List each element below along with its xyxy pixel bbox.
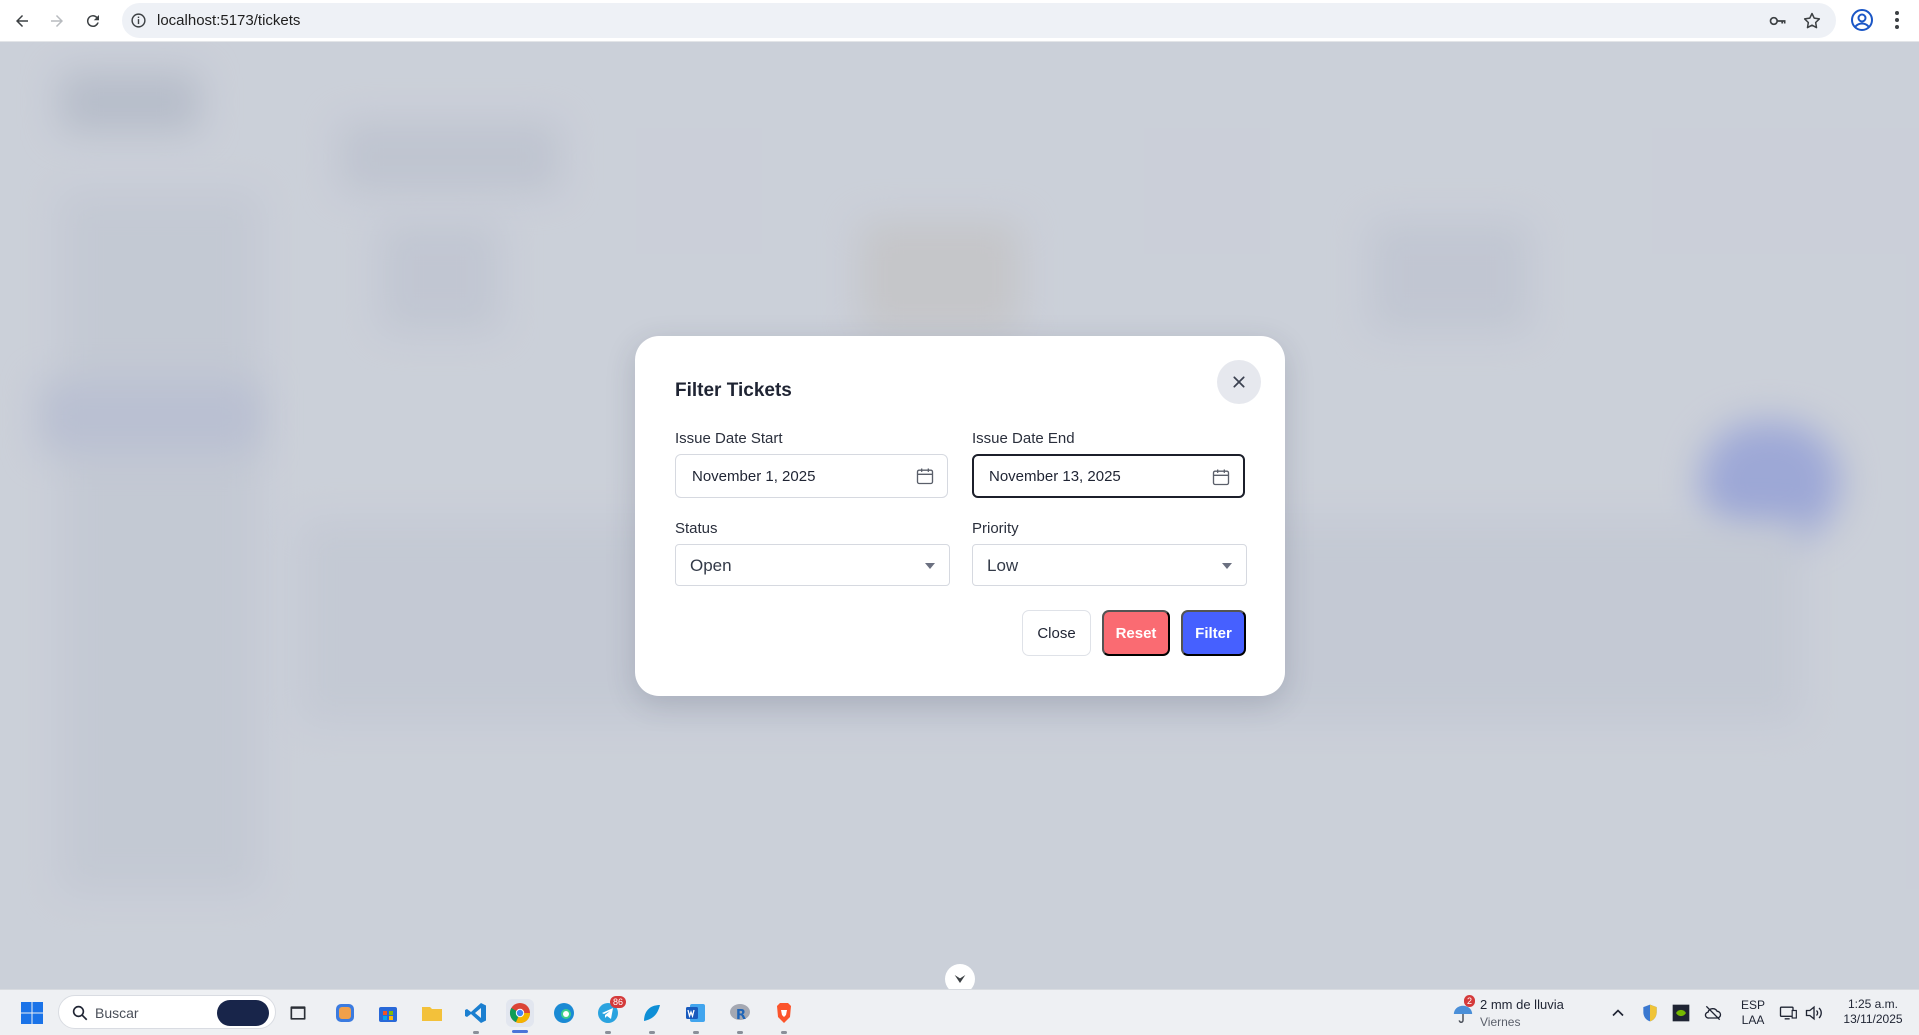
chrome-icon[interactable] <box>506 999 534 1027</box>
filter-button[interactable]: Filter <box>1181 610 1246 656</box>
chevron-up-icon[interactable] <box>1608 1003 1628 1023</box>
close-icon <box>1233 376 1245 388</box>
modal-close-button[interactable] <box>1217 360 1261 404</box>
r-icon[interactable]: R <box>726 999 754 1027</box>
nvidia-icon[interactable] <box>1671 1003 1691 1023</box>
issue-date-end-input[interactable]: November 13, 2025 <box>972 454 1245 498</box>
forward-arrow-icon <box>51 15 63 27</box>
filter-tickets-modal: Filter Tickets Issue Date Start November… <box>635 336 1285 696</box>
word-running-indicator <box>693 1031 699 1034</box>
edge-icon[interactable] <box>550 999 578 1027</box>
browser-toolbar: localhost:5173/tickets <box>0 0 1919 42</box>
network-icon[interactable] <box>1778 1003 1798 1023</box>
issue-date-end-label: Issue Date End <box>972 430 1075 447</box>
cloud-offline-icon[interactable] <box>1703 1003 1723 1023</box>
calendar-icon[interactable] <box>915 466 935 486</box>
app-running-indicator <box>649 1031 655 1034</box>
weather-day: Viernes <box>1480 1015 1521 1029</box>
taskbar: Buscar 86 R 2 2 mm de lluvia Viernes ESP… <box>0 989 1919 1035</box>
browser-menu-icon[interactable] <box>1885 8 1909 32</box>
chrome-active-indicator <box>512 1030 528 1033</box>
taskbar-search[interactable]: Buscar <box>58 995 276 1029</box>
address-bar[interactable]: localhost:5173/tickets <box>122 3 1836 38</box>
issue-date-end-value: November 13, 2025 <box>989 468 1121 485</box>
telegram-unread-badge: 86 <box>610 996 627 1008</box>
calendar-icon[interactable] <box>1211 467 1231 487</box>
clock-date: 13/11/2025 <box>1843 1012 1903 1026</box>
svg-text:R: R <box>736 1008 746 1023</box>
clock[interactable]: 1:25 a.m. 13/11/2025 <box>1832 997 1914 1027</box>
url-text: localhost:5173/tickets <box>157 12 301 29</box>
bookmark-star-icon[interactable] <box>1802 11 1822 31</box>
status-value: Open <box>690 556 732 575</box>
password-key-icon[interactable] <box>1768 11 1788 31</box>
volume-icon[interactable] <box>1804 1003 1824 1023</box>
copilot-icon[interactable] <box>331 999 359 1027</box>
brave-icon[interactable] <box>770 999 798 1027</box>
search-placeholder: Buscar <box>95 1005 139 1021</box>
app-icon[interactable] <box>638 999 666 1027</box>
issue-date-start-label: Issue Date Start <box>675 430 783 447</box>
reload-icon <box>86 15 99 28</box>
language-line-1: ESP <box>1740 998 1765 1012</box>
r-running-indicator <box>737 1031 743 1034</box>
priority-select[interactable]: Low <box>972 544 1247 586</box>
weather-alert-badge: 2 <box>1464 995 1476 1007</box>
search-icon <box>72 1005 88 1021</box>
vscode-running-indicator <box>473 1031 479 1034</box>
reset-button[interactable]: Reset <box>1102 610 1170 656</box>
search-highlight-image <box>217 1000 269 1026</box>
profile-icon[interactable] <box>1850 8 1874 32</box>
task-view-icon[interactable] <box>284 999 312 1027</box>
microsoft-store-icon[interactable] <box>374 999 402 1027</box>
chevron-down-icon <box>954 975 966 983</box>
brave-running-indicator <box>781 1031 787 1034</box>
issue-date-start-value: November 1, 2025 <box>692 468 816 485</box>
windows-start-icon[interactable] <box>18 999 46 1027</box>
dropdown-caret-icon <box>925 563 935 569</box>
telegram-running-indicator <box>605 1031 611 1034</box>
status-label: Status <box>675 520 718 537</box>
close-button[interactable]: Close <box>1022 610 1091 656</box>
input-language[interactable]: ESP LAA <box>1735 998 1771 1028</box>
reload-button[interactable] <box>79 7 107 35</box>
priority-label: Priority <box>972 520 1019 537</box>
vscode-icon[interactable] <box>462 999 490 1027</box>
folder-icon[interactable] <box>418 999 446 1027</box>
priority-value: Low <box>987 556 1019 575</box>
word-icon[interactable] <box>682 999 710 1027</box>
status-select[interactable]: Open <box>675 544 950 586</box>
weather-text: 2 mm de lluvia <box>1480 997 1564 1012</box>
back-button[interactable] <box>8 7 36 35</box>
modal-title: Filter Tickets <box>675 380 792 401</box>
scroll-down-button[interactable] <box>945 964 975 989</box>
language-line-2: LAA <box>1741 1013 1765 1027</box>
site-info-icon[interactable] <box>130 12 147 29</box>
back-arrow-icon <box>16 15 28 27</box>
security-shield-icon[interactable] <box>1640 1003 1660 1023</box>
forward-button[interactable] <box>43 7 71 35</box>
clock-time: 1:25 a.m. <box>1847 997 1899 1011</box>
dropdown-caret-icon <box>1222 563 1232 569</box>
issue-date-start-input[interactable]: November 1, 2025 <box>675 454 948 498</box>
